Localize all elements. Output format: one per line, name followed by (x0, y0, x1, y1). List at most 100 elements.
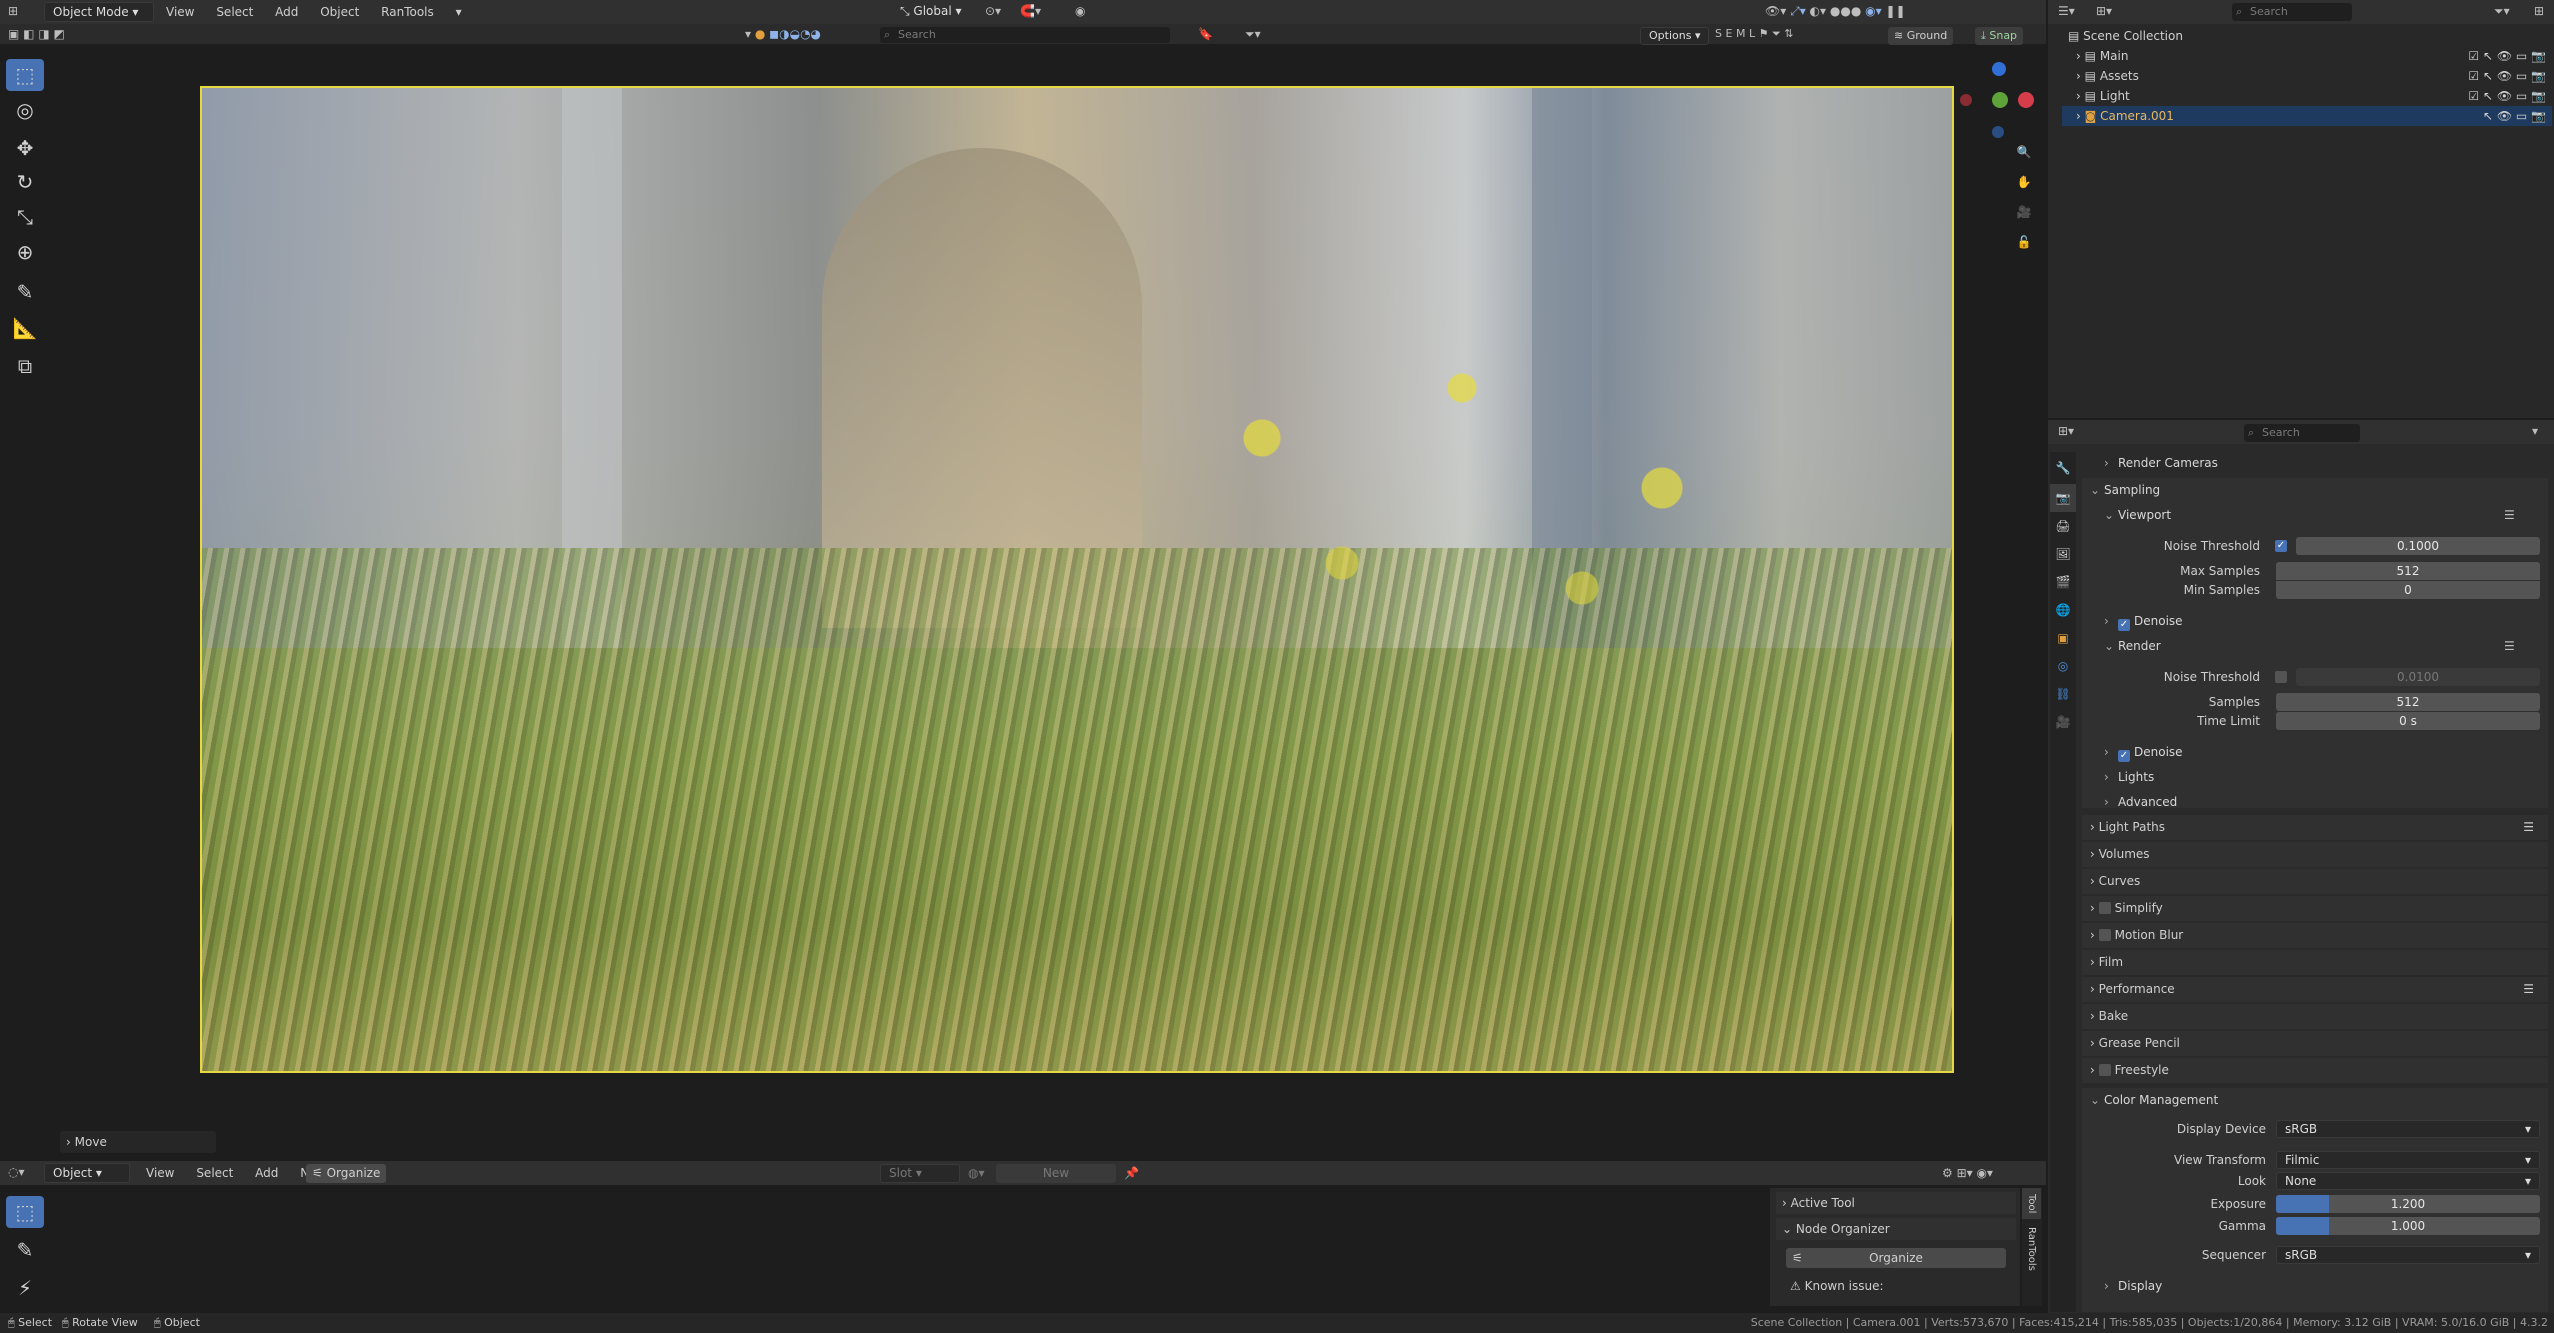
cursor-tool[interactable]: ◎ (6, 94, 44, 126)
panel-simplify[interactable]: › Simplify (2082, 896, 2548, 921)
r-samples-field[interactable]: 512 (2276, 693, 2540, 711)
node-object-dropdown[interactable]: Object ▾ (44, 1163, 130, 1183)
navigation-gizmo[interactable] (1960, 60, 2034, 140)
properties-search[interactable]: ⌕ Search (2244, 424, 2360, 442)
snap-target-button[interactable]: ≋ Ground (1888, 27, 1954, 45)
bookmark-icon[interactable]: 🔖 (1198, 27, 1213, 41)
panel-volumes[interactable]: › Volumes (2082, 842, 2548, 867)
render-tab-icon[interactable]: 📷 (2050, 484, 2076, 512)
row-toggles-icon[interactable]: ☑ ↖ 👁 ▭ 📷 (2468, 46, 2546, 66)
outliner-item-camera[interactable]: › ◙ Camera.001 ↖ 👁 ▭ 📷 (2062, 106, 2552, 126)
properties-options-icon[interactable]: ▾ (2532, 424, 2538, 438)
panel-grease-pencil[interactable]: › Grease Pencil (2082, 1031, 2548, 1056)
outliner-scene-collection[interactable]: ▤ Scene Collection (2062, 26, 2552, 46)
view-object-types-icon[interactable]: ◼◑◒◔◕ (769, 27, 821, 41)
lights-subpanel[interactable]: › Lights (2104, 770, 2154, 784)
scene-tab-icon[interactable]: 🎬 (2050, 568, 2076, 596)
display-device-dropdown[interactable]: sRGB ▾ (2276, 1120, 2540, 1138)
simplify-checkbox[interactable] (2098, 902, 2111, 914)
object-tab-icon[interactable]: ▣ (2050, 624, 2076, 652)
pan-icon[interactable]: ✋ (2012, 175, 2036, 205)
panel-motion-blur[interactable]: › Motion Blur (2082, 923, 2548, 948)
axis-neg-z-icon[interactable] (1992, 126, 2004, 138)
outliner-item-main[interactable]: › ▤ Main ☑ ↖ 👁 ▭ 📷 (2062, 46, 2552, 66)
snap-l-icon[interactable]: L (1749, 27, 1755, 40)
tool-tab-icon[interactable]: 🔧 (2050, 452, 2076, 484)
panel-freestyle[interactable]: › Freestyle (2082, 1058, 2548, 1083)
freestyle-checkbox[interactable] (2098, 1064, 2111, 1076)
axis-x-icon[interactable] (2018, 92, 2034, 108)
row-toggles-icon[interactable]: ↖ 👁 ▭ 📷 (2483, 106, 2546, 126)
node-menu-view[interactable]: View (146, 1166, 174, 1180)
expand-icon[interactable]: › (2076, 49, 2081, 63)
view-layer-tab-icon[interactable]: 🖼 (2050, 540, 2076, 568)
expand-icon[interactable]: › (2076, 89, 2081, 103)
exposure-slider[interactable]: 1.200 (2276, 1195, 2540, 1213)
select-box-tool[interactable]: ⬚ (6, 59, 44, 91)
vp-denoise-checkbox[interactable]: ✓ (2118, 619, 2130, 631)
menu-add[interactable]: Add (275, 5, 298, 19)
viewport-shading-icon[interactable]: ▾ (745, 27, 751, 41)
world-tab-icon[interactable]: 🌐 (2050, 596, 2076, 624)
visibility-icon[interactable]: 👁▾ (1765, 4, 1786, 18)
menu-rantools[interactable]: RanTools (381, 5, 434, 19)
node-menu-add[interactable]: Add (255, 1166, 278, 1180)
outliner-item-light[interactable]: › ▤ Light ☑ ↖ 👁 ▭ 📷 (2062, 86, 2552, 106)
tab-tool[interactable]: Tool (2022, 1188, 2041, 1220)
vp-denoise-subpanel[interactable]: › ✓ Denoise (2104, 614, 2183, 631)
presets-icon[interactable]: ☰ (2504, 639, 2515, 653)
r-denoise-checkbox[interactable]: ✓ (2118, 750, 2130, 762)
expand-icon[interactable]: › (2076, 69, 2081, 83)
header-search[interactable]: ⌕ Search (880, 27, 1170, 43)
presets-icon[interactable]: ☰ (2504, 508, 2515, 522)
panel-light-paths[interactable]: › Light Paths ☰ (2082, 815, 2548, 840)
slot-dropdown[interactable]: Slot ▾ (880, 1164, 960, 1183)
expand-icon[interactable]: › (2076, 109, 2081, 123)
r-noise-threshold-field[interactable]: 0.0100 (2296, 668, 2540, 686)
outliner-item-assets[interactable]: › ▤ Assets ☑ ↖ 👁 ▭ 📷 (2062, 66, 2552, 86)
shading-solid-icon[interactable]: ●●● (1830, 4, 1861, 18)
snap-funnel-icon[interactable]: ⏷ (1772, 27, 1781, 41)
node-organizer-panel[interactable]: ⌄ Node Organizer (1776, 1218, 2016, 1240)
proportional-edit-icon[interactable]: ◉ (1075, 4, 1085, 18)
outliner-type-icon[interactable]: ☰▾ (2058, 4, 2075, 18)
presets-icon[interactable]: ☰ (2523, 977, 2534, 1002)
motion-blur-checkbox[interactable] (2098, 929, 2111, 941)
vp-min-samples-field[interactable]: 0 (2276, 581, 2540, 599)
camera-view-icon[interactable]: 🎥 (2012, 205, 2036, 235)
vp-noise-threshold-field[interactable]: 0.1000 (2296, 537, 2540, 555)
gamma-slider[interactable]: 1.000 (2276, 1217, 2540, 1235)
axis-neg-x-icon[interactable] (1960, 94, 1972, 106)
constraints-tab-icon[interactable]: ⛓ (2050, 680, 2076, 708)
r-time-limit-field[interactable]: 0 s (2276, 712, 2540, 730)
gizmo-icon[interactable]: ● (755, 27, 765, 41)
axis-z-icon[interactable] (1992, 62, 2006, 76)
add-cube-tool[interactable]: ⧉ (6, 350, 44, 382)
panel-curves[interactable]: › Curves (2082, 869, 2548, 894)
options-dropdown[interactable]: Options ▾ (1640, 27, 1710, 45)
transform-tool[interactable]: ⊕ (6, 236, 44, 268)
snap-run-icon[interactable]: ⚑ (1759, 27, 1769, 40)
vp-noise-threshold-checkbox[interactable]: ✓ (2275, 540, 2287, 552)
snap-s-icon[interactable]: S (1715, 27, 1722, 40)
snap-e-icon[interactable]: E (1725, 27, 1732, 40)
row-toggles-icon[interactable]: ☑ ↖ 👁 ▭ 📷 (2468, 86, 2546, 106)
panel-performance[interactable]: › Performance ☰ (2082, 977, 2548, 1002)
select-intersect-icon[interactable]: ◩ (54, 27, 65, 41)
panel-bake[interactable]: › Bake (2082, 1004, 2548, 1029)
pin-icon[interactable]: 📌 (1124, 1166, 1139, 1180)
axis-y-icon[interactable] (1992, 92, 2008, 108)
move-tool[interactable]: ✥ (6, 132, 44, 164)
node-select-tool[interactable]: ⬚ (6, 1196, 44, 1228)
camera-view[interactable] (200, 86, 1954, 1073)
properties-type-icon[interactable]: ⊞▾ (2058, 424, 2074, 438)
camera-data-tab-icon[interactable]: 🎥 (2050, 708, 2076, 736)
transform-orientation[interactable]: ⤡ Global ▾ (900, 4, 962, 19)
display-subpanel[interactable]: › Display (2104, 1279, 2162, 1293)
shading-rendered-icon[interactable]: ◉▾ (1865, 4, 1882, 18)
organize-header-button[interactable]: ⚟ Organize (306, 1164, 387, 1183)
mode-dropdown[interactable]: Object Mode ▾ (44, 2, 154, 22)
physics-tab-icon[interactable]: ◎ (2050, 652, 2076, 680)
overlay-toggle-icon[interactable]: ◐▾ (1810, 4, 1827, 18)
organize-button[interactable]: ⚟ Organize (1786, 1248, 2006, 1268)
